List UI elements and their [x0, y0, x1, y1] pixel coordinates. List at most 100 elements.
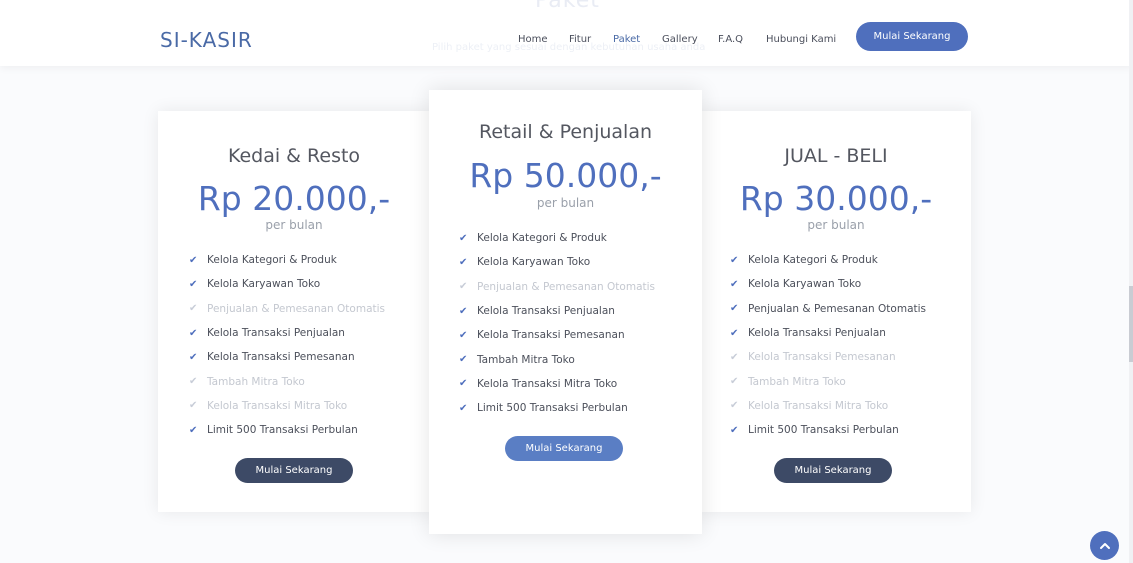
feature-label: Kelola Karyawan Toko [477, 256, 591, 269]
top-navbar: Paket Pilih paket yang sesuai dengan keb… [0, 0, 1133, 66]
feature-label: Kelola Transaksi Penjualan [207, 327, 345, 340]
feature-label: Kelola Transaksi Mitra Toko [207, 399, 348, 412]
feature-item: ✔ Kelola Transaksi Pemesanan [189, 345, 385, 369]
feature-item: ✔ Kelola Transaksi Penjualan [459, 299, 655, 323]
check-icon: ✔ [459, 402, 468, 414]
check-icon: ✔ [459, 232, 468, 244]
feature-item: ✔ Penjualan & Pemesanan Otomatis [459, 275, 655, 299]
feature-label: Limit 500 Transaksi Perbulan [477, 402, 628, 415]
nav-link-paket[interactable]: Paket [613, 34, 640, 45]
check-icon: ✔ [730, 327, 739, 339]
check-icon: ✔ [459, 256, 468, 268]
plan-card-retail-penjualan: Retail & Penjualan Rp 50.000,- per bulan… [429, 90, 702, 534]
feature-label: Kelola Karyawan Toko [207, 278, 321, 291]
back-to-top-button[interactable] [1090, 531, 1119, 560]
plan-feature-list: ✔ Kelola Kategori & Produk ✔ Kelola Karyawa… [730, 248, 926, 442]
feature-item: ✔ Kelola Transaksi Pemesanan [730, 345, 926, 369]
check-icon: ✔ [730, 278, 739, 290]
plan-title: JUAL - BELI [784, 145, 888, 167]
feature-label: Tambah Mitra Toko [477, 353, 575, 366]
feature-item: ✔ Limit 500 Transaksi Perbulan [730, 418, 926, 442]
plan-period: per bulan [807, 218, 865, 232]
plan-feature-list: ✔ Kelola Kategori & Produk ✔ Kelola Karyawa… [189, 248, 385, 442]
page: Paket Pilih paket yang sesuai dengan keb… [0, 0, 1133, 563]
feature-item: ✔ Penjualan & Pemesanan Otomatis [189, 297, 385, 321]
check-icon: ✔ [459, 281, 468, 293]
check-icon: ✔ [459, 354, 468, 366]
nav-link-fitur[interactable]: Fitur [569, 34, 591, 45]
feature-label: Kelola Transaksi Pemesanan [748, 351, 896, 364]
check-icon: ✔ [730, 303, 739, 315]
plan-price: Rp 30.000,- [739, 179, 933, 218]
feature-label: Kelola Transaksi Penjualan [477, 305, 615, 318]
feature-label: Tambah Mitra Toko [748, 375, 846, 388]
feature-item: ✔ Kelola Karyawan Toko [459, 250, 655, 274]
plan-start-button[interactable]: Mulai Sekarang [505, 436, 623, 461]
nav-link-faq[interactable]: F.A.Q [718, 34, 743, 45]
feature-label: Penjualan & Pemesanan Otomatis [477, 280, 656, 293]
feature-label: Kelola Transaksi Penjualan [748, 327, 886, 340]
brand-logo[interactable]: SI-KASIR [160, 28, 253, 52]
feature-label: Limit 500 Transaksi Perbulan [748, 424, 899, 437]
check-icon: ✔ [189, 327, 198, 339]
feature-item: ✔ Kelola Transaksi Penjualan [189, 321, 385, 345]
feature-label: Kelola Transaksi Pemesanan [477, 329, 625, 342]
plan-title: Retail & Penjualan [478, 121, 653, 143]
feature-item: ✔ Kelola Kategori & Produk [189, 248, 385, 272]
nav-link-hubungi-kami[interactable]: Hubungi Kami [766, 34, 836, 45]
feature-item: ✔ Kelola Transaksi Mitra Toko [459, 372, 655, 396]
check-icon: ✔ [189, 376, 198, 388]
feature-item: ✔ Kelola Transaksi Penjualan [730, 321, 926, 345]
plan-price: Rp 50.000,- [469, 156, 662, 195]
feature-label: Kelola Kategori & Produk [207, 254, 337, 267]
feature-label: Penjualan & Pemesanan Otomatis [207, 302, 386, 315]
feature-label: Kelola Transaksi Mitra Toko [748, 399, 889, 412]
plan-period: per bulan [536, 196, 595, 210]
plan-period: per bulan [265, 218, 323, 232]
chevron-up-icon [1099, 542, 1110, 549]
nav-cta-button[interactable]: Mulai Sekarang [856, 22, 968, 51]
plan-card-jual-beli: JUAL - BELI Rp 30.000,- per bulan ✔ Kelol… [701, 111, 971, 512]
check-icon: ✔ [189, 254, 198, 266]
check-icon: ✔ [730, 254, 739, 266]
feature-item: ✔ Kelola Transaksi Pemesanan [459, 323, 655, 347]
plan-price: Rp 20.000,- [197, 179, 391, 218]
feature-label: Kelola Karyawan Toko [748, 278, 862, 291]
feature-item: ✔ Kelola Transaksi Mitra Toko [730, 394, 926, 418]
nav-link-gallery[interactable]: Gallery [662, 34, 698, 45]
check-icon: ✔ [459, 329, 468, 341]
check-icon: ✔ [189, 278, 198, 290]
feature-item: ✔ Penjualan & Pemesanan Otomatis [730, 297, 926, 321]
check-icon: ✔ [730, 424, 739, 436]
section-title-faded: Paket [535, 0, 600, 13]
plan-feature-list: ✔ Kelola Kategori & Produk ✔ Kelola Karyawa… [459, 226, 655, 420]
feature-item: ✔ Limit 500 Transaksi Perbulan [459, 396, 655, 420]
check-icon: ✔ [189, 351, 198, 363]
check-icon: ✔ [730, 400, 739, 412]
plan-start-button[interactable]: Mulai Sekarang [235, 458, 353, 483]
feature-label: Penjualan & Pemesanan Otomatis [748, 302, 927, 315]
nav-link-home[interactable]: Home [518, 34, 548, 45]
feature-item: ✔ Kelola Kategori & Produk [730, 248, 926, 272]
check-icon: ✔ [189, 400, 198, 412]
feature-item: ✔ Kelola Karyawan Toko [730, 272, 926, 296]
feature-item: ✔ Kelola Karyawan Toko [189, 272, 385, 296]
plan-card-kedai-resto: Kedai & Resto Rp 20.000,- per bulan ✔ Kel… [158, 111, 430, 512]
feature-label: Limit 500 Transaksi Perbulan [207, 424, 358, 437]
plan-start-button[interactable]: Mulai Sekarang [774, 458, 892, 483]
feature-item: ✔ Tambah Mitra Toko [189, 369, 385, 393]
feature-item: ✔ Tambah Mitra Toko [730, 369, 926, 393]
feature-label: Kelola Transaksi Mitra Toko [477, 377, 618, 390]
scrollbar-track[interactable] [1129, 0, 1133, 563]
check-icon: ✔ [189, 303, 198, 315]
check-icon: ✔ [459, 305, 468, 317]
feature-item: ✔ Tambah Mitra Toko [459, 347, 655, 371]
plan-title: Kedai & Resto [227, 145, 361, 167]
feature-label: Kelola Kategori & Produk [748, 254, 878, 267]
feature-item: ✔ Kelola Transaksi Mitra Toko [189, 394, 385, 418]
feature-label: Kelola Transaksi Pemesanan [207, 351, 355, 364]
check-icon: ✔ [730, 376, 739, 388]
feature-item: ✔ Kelola Kategori & Produk [459, 226, 655, 250]
check-icon: ✔ [459, 378, 468, 390]
scrollbar-thumb[interactable] [1129, 286, 1133, 362]
